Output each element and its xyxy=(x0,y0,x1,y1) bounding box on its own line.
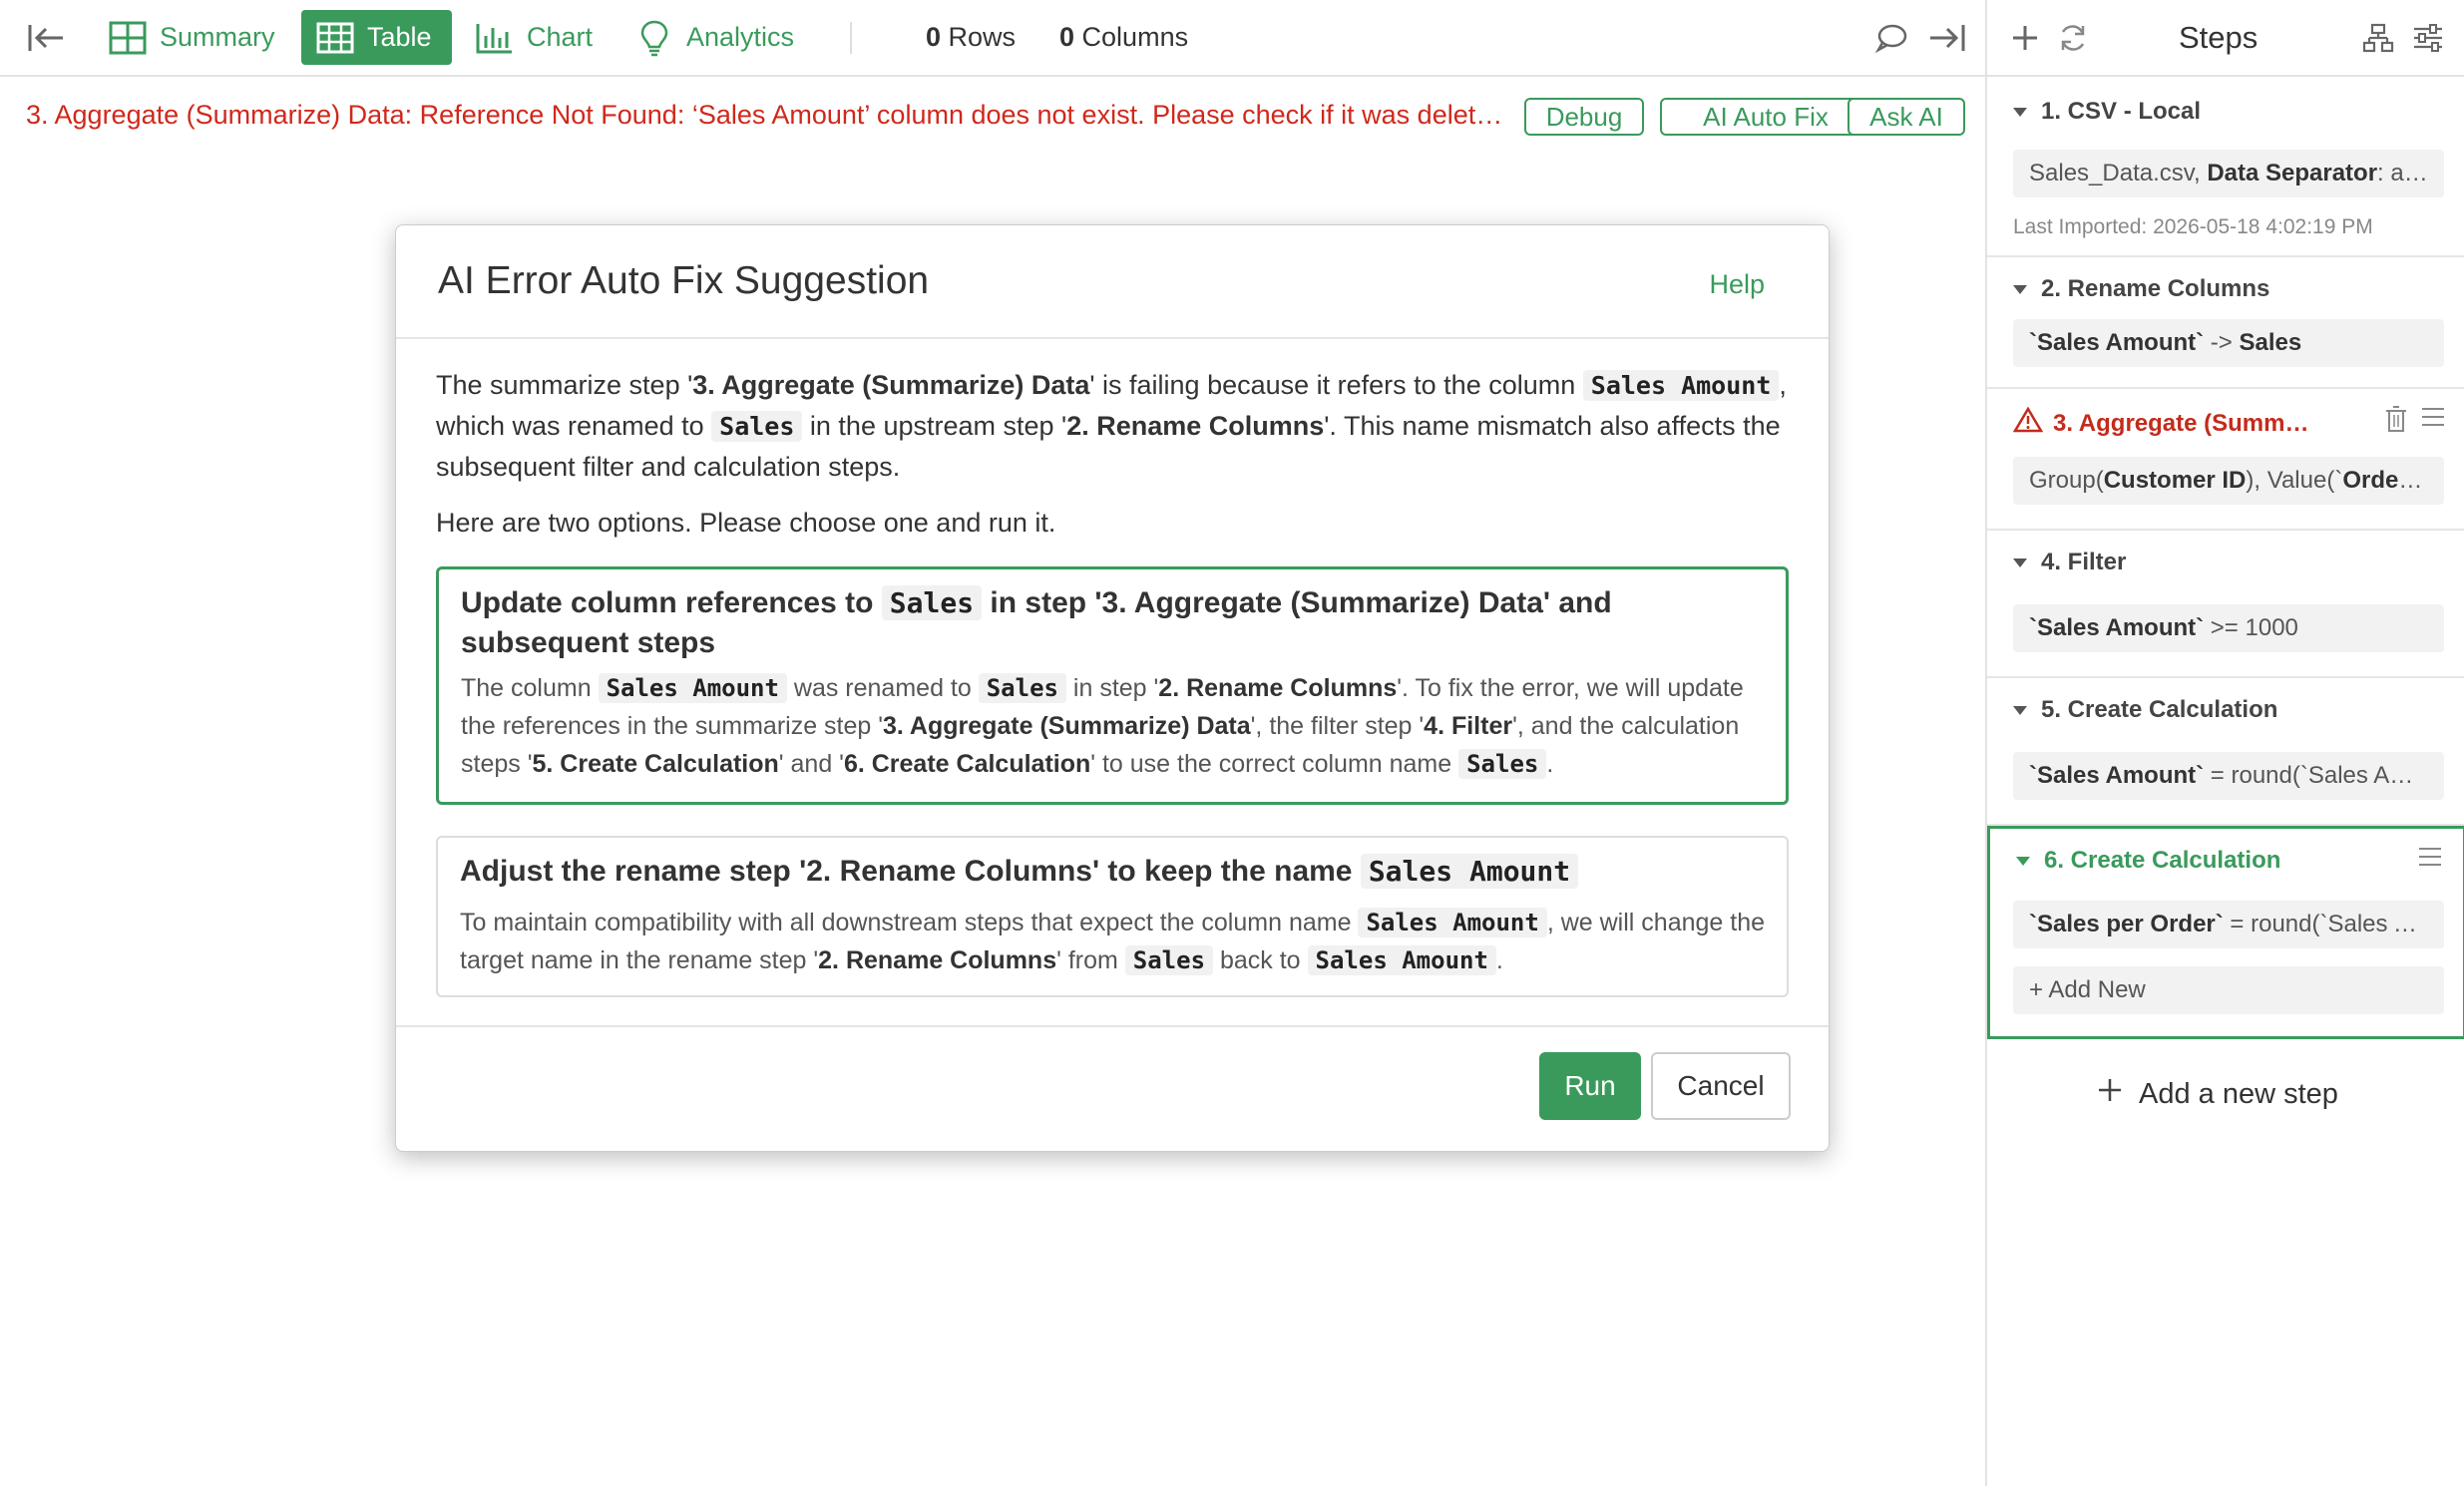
caret-down-icon xyxy=(2013,557,2027,567)
option-description: The column Sales Amount was renamed to S… xyxy=(461,673,1744,779)
bar-chart-icon xyxy=(475,20,515,56)
run-button[interactable]: Run xyxy=(1539,1052,1641,1120)
menu-icon[interactable] xyxy=(2420,405,2446,438)
step-header[interactable]: 6. Create Calculation xyxy=(2016,847,2280,875)
add-new-step-button[interactable]: Add a new step xyxy=(2097,1077,2338,1111)
sliders-icon[interactable] xyxy=(2408,18,2448,58)
step-rename-columns[interactable]: 2. Rename Columns `Sales Amount` -> Sale… xyxy=(1987,257,2464,389)
collapse-left-icon[interactable] xyxy=(24,18,68,58)
rows-count: 0 Rows xyxy=(926,22,1017,52)
step-filter[interactable]: 4. Filter `Sales Amount` >= 1000 xyxy=(1987,531,2464,678)
columns-count: 0 Columns xyxy=(1059,22,1189,52)
dialog-header: AI Error Auto Fix Suggestion Help xyxy=(396,225,1829,339)
menu-icon[interactable] xyxy=(2417,845,2443,874)
plus-icon xyxy=(2097,1077,2123,1111)
fix-option-update-references[interactable]: Update column references to Sales in ste… xyxy=(436,566,1789,805)
step-aggregate-error[interactable]: 3. Aggregate (Summarize) Data Group(Cust… xyxy=(1987,389,2464,531)
step-header[interactable]: 4. Filter xyxy=(2013,549,2126,576)
debug-button[interactable]: Debug xyxy=(1524,98,1644,136)
ask-ai-button[interactable]: Ask AI xyxy=(1848,98,1965,136)
step-detail[interactable]: `Sales per Order` = round(`Sales Amount`… xyxy=(2013,901,2444,948)
toolbar-divider xyxy=(850,22,852,54)
add-step-icon[interactable] xyxy=(2005,18,2045,58)
tab-analytics-label: Analytics xyxy=(686,22,795,52)
step-detail[interactable]: Sales_Data.csv, Data Separator: auto xyxy=(2013,150,2444,197)
step-detail[interactable]: `Sales Amount` = round(`Sales Amount`) xyxy=(2013,752,2444,800)
trash-icon[interactable] xyxy=(2384,405,2408,438)
tab-table-label: Table xyxy=(367,22,432,52)
tree-view-icon[interactable] xyxy=(2358,18,2398,58)
steps-title: Steps xyxy=(2179,20,2259,55)
step-header[interactable]: 5. Create Calculation xyxy=(2013,696,2277,724)
dialog-intro: The summarize step '3. Aggregate (Summar… xyxy=(436,365,1793,488)
tab-table[interactable]: Table xyxy=(301,10,452,65)
choose-text: Here are two options. Please choose one … xyxy=(436,508,1056,538)
option-title: Adjust the rename step '2. Rename Column… xyxy=(460,852,1757,892)
caret-down-icon xyxy=(2013,107,2027,117)
tab-analytics[interactable]: Analytics xyxy=(620,10,808,65)
table-icon xyxy=(315,20,355,56)
tab-chart-label: Chart xyxy=(527,22,594,52)
tab-summary[interactable]: Summary xyxy=(94,10,289,65)
step-create-calculation-6[interactable]: 6. Create Calculation `Sales per Order` … xyxy=(1987,826,2464,1039)
step-header[interactable]: 1. CSV - Local xyxy=(2013,98,2201,126)
last-imported-note: Last Imported: 2026-05-18 4:02:19 PM xyxy=(2013,215,2373,238)
dialog-footer: Run Cancel xyxy=(396,1025,1829,1153)
option-title: Update column references to Sales in ste… xyxy=(461,585,1612,659)
caret-down-icon xyxy=(2013,705,2027,715)
cancel-button[interactable]: Cancel xyxy=(1651,1052,1791,1120)
option-description: To maintain compatibility with all downs… xyxy=(460,908,1766,975)
comment-icon[interactable] xyxy=(1869,18,1913,58)
error-message: 3. Aggregate (Summarize) Data: Reference… xyxy=(26,100,1512,130)
caret-down-icon xyxy=(2013,284,2027,294)
caret-down-icon xyxy=(2016,856,2030,866)
auto-fix-dialog: AI Error Auto Fix Suggestion Help The su… xyxy=(395,224,1830,1152)
summary-grid-icon xyxy=(108,20,148,56)
step-detail[interactable]: Group(Customer ID), Value(`Order Count` xyxy=(2013,457,2444,505)
warning-icon xyxy=(2012,406,2044,440)
step-create-calculation-5[interactable]: 5. Create Calculation `Sales Amount` = r… xyxy=(1987,678,2464,826)
refresh-icon[interactable] xyxy=(2053,18,2093,58)
add-new-button[interactable]: + Add New xyxy=(2013,966,2444,1014)
help-link[interactable]: Help xyxy=(1709,269,1765,300)
step-detail[interactable]: `Sales Amount` -> Sales xyxy=(2013,319,2444,367)
tab-summary-label: Summary xyxy=(160,22,275,52)
fix-option-adjust-rename[interactable]: Adjust the rename step '2. Rename Column… xyxy=(436,836,1789,997)
step-header[interactable]: 2. Rename Columns xyxy=(2013,275,2269,303)
ai-auto-fix-button[interactable]: AI Auto Fix xyxy=(1660,98,1871,136)
steps-panel: Steps 1. CSV - Local Sales_Data.csv, Dat… xyxy=(1985,0,2464,1486)
tab-chart[interactable]: Chart xyxy=(461,10,607,65)
intro-paragraph: The summarize step '3. Aggregate (Summar… xyxy=(436,370,1787,482)
dialog-title: AI Error Auto Fix Suggestion xyxy=(438,259,930,302)
collapse-right-icon[interactable] xyxy=(1925,18,1969,58)
step-csv-local[interactable]: 1. CSV - Local Sales_Data.csv, Data Sepa… xyxy=(1987,80,2464,257)
step-actions xyxy=(2417,845,2443,874)
step-detail[interactable]: `Sales Amount` >= 1000 xyxy=(2013,604,2444,652)
top-toolbar: Summary Table Chart Analytics 0 Rows 0 C… xyxy=(0,0,1985,77)
steps-header: Steps xyxy=(1987,0,2464,77)
lightbulb-icon xyxy=(634,20,674,56)
step-actions xyxy=(2384,405,2446,438)
step-header[interactable]: 3. Aggregate (Summarize) Data xyxy=(2012,406,2312,440)
